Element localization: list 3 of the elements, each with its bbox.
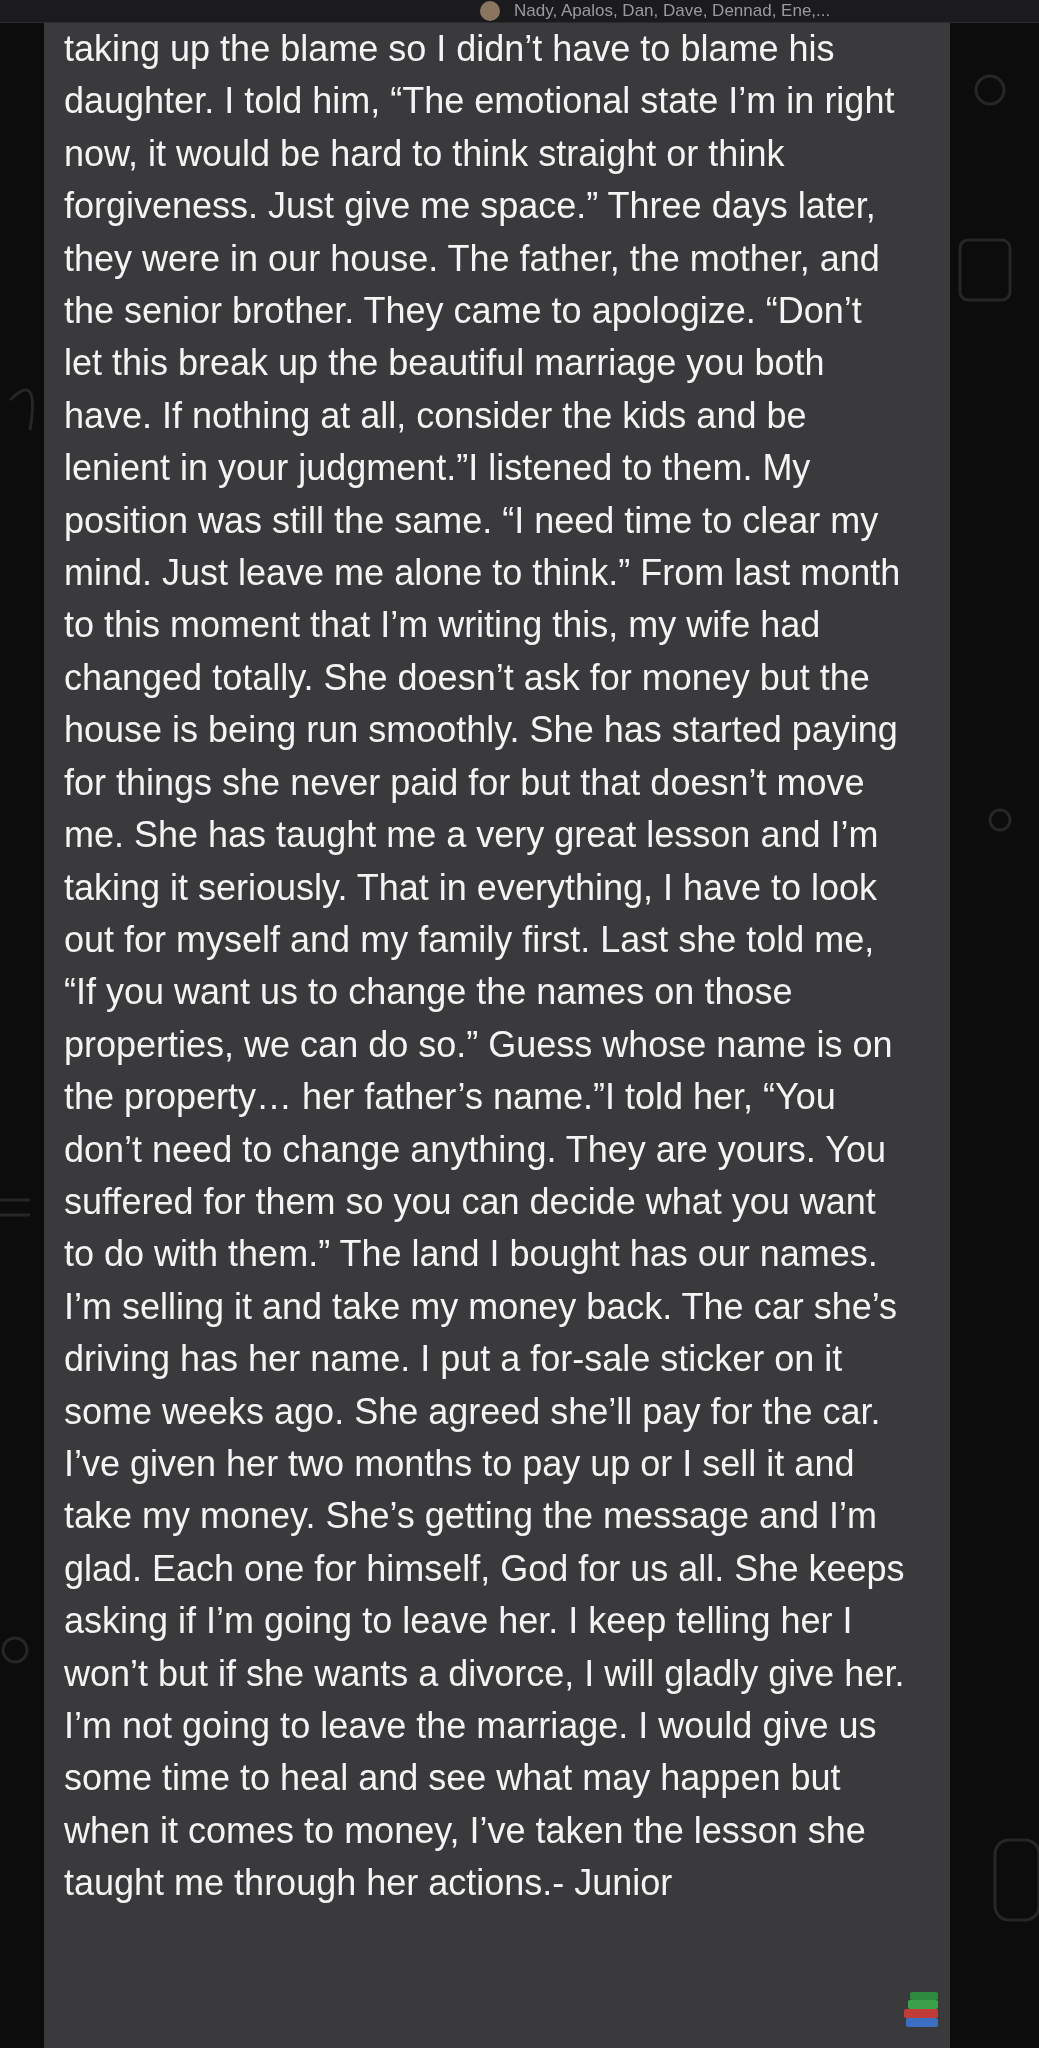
- message-text: taking up the blame so I didn’t have to blame his daughter. I told him, “The emotional state I’m in right now, it would be hard to think straight or think forgiveness. Just give me space.” Three days later, they were in our house. The father, the mother, and the senior brother. They came to apologize. “Don’t let this break up the beautiful marriage you both have. If nothing at all, consider the kids and be lenient in your judgment.”I listened to them. My position was still the same. “I need time to clear my mind. Just leave me alone to think.” From last month to this moment that I’m writing this, my wife had changed totally. She doesn’t ask for money but the house is being run smoothly. She has started paying for things she never paid for but that doesn’t move me. She has taught me a very great lesson and I’m taking it seriously. That in everything, I have to look out for myself and my family first. Last she told me, “If you want us to change the names on those properties, we can do so.” Guess whose name is on the property… her father’s name.”I told her, “You don’t need to change anything. They are yours. You suffered for them so you can decide what you want to do with them.” The land I bought has our names. I’m selling it and take my money back. The car she’s driving has her name. I put a for-sale sticker on it some weeks ago. She agreed she’ll pay for the car. I’ve given her two months to pay up or I sell it and take my money. She’s getting the message and I’m glad. Each one for himself, God for us all. She keeps asking if I’m going to leave her. I keep telling her I won’t but if she wants a divorce, I will gladly give her. I’m not going to leave the marriage. I would give us some time to heal and see what may happen but when it comes to money, I’ve taken the lesson she taught me through her actions.- Junior: [64, 27, 906, 1906]
- avatar: [480, 1, 500, 21]
- chat-members: Nady, Apalos, Dan, Dave, Dennad, Ene,...: [514, 1, 831, 21]
